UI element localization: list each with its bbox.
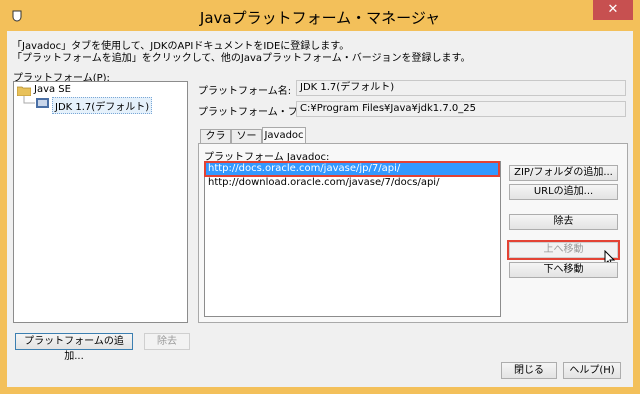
add-zip-folder-button[interactable]: ZIP/フォルダの追加...	[509, 165, 618, 181]
javadoc-tab-panel: プラットフォーム Javadoc: http://docs.oracle.com…	[198, 143, 628, 323]
move-down-button[interactable]: 下へ移動	[509, 262, 618, 278]
javadoc-list-item[interactable]: http://download.oracle.com/javase/7/docs…	[208, 177, 439, 188]
tree-node-label-selected: JDK 1.7(デフォルト)	[52, 97, 153, 114]
platform-folder-field[interactable]: C:¥Program Files¥Java¥jdk1.7.0_25	[296, 101, 626, 117]
window-frame: Javaプラットフォーム・マネージャ ✕ 「Javadoc」タブを使用して、JD…	[0, 0, 640, 394]
jdk-platform-icon	[36, 98, 49, 108]
close-window-button[interactable]: ✕	[593, 0, 633, 20]
platform-tree[interactable]: Java SE JDK 1.7(デフォルト)	[13, 81, 188, 323]
help-button[interactable]: ヘルプ(H)	[563, 362, 621, 379]
tab-sources[interactable]: ソース	[231, 129, 262, 156]
move-up-button[interactable]: 上へ移動	[507, 240, 620, 260]
folder-icon	[17, 86, 31, 96]
javadoc-list[interactable]: http://docs.oracle.com/javase/jp/7/api/ …	[204, 161, 501, 317]
remove-platform-button[interactable]: 除去	[144, 333, 190, 350]
dialog-body: 「Javadoc」タブを使用して、JDKのAPIドキュメントをIDEに登録します…	[7, 31, 633, 387]
tab-javadoc[interactable]: Javadoc	[262, 127, 306, 143]
javadoc-list-item-selected[interactable]: http://docs.oracle.com/javase/jp/7/api/	[204, 161, 500, 177]
tree-connector-line	[23, 96, 35, 104]
add-url-button[interactable]: URLの追加...	[509, 184, 618, 200]
window-title: Javaプラットフォーム・マネージャ	[199, 9, 441, 27]
title-bar: Javaプラットフォーム・マネージャ ✕	[0, 0, 640, 31]
instruction-line-2: 「プラットフォームを追加」をクリックして、他のJavaプラットフォーム・バージョ…	[12, 53, 471, 64]
add-platform-button[interactable]: プラットフォームの追加...	[15, 333, 133, 362]
tree-node-label: Java SE	[34, 84, 71, 95]
close-button[interactable]: 閉じる	[501, 362, 557, 379]
platform-name-field[interactable]: JDK 1.7(デフォルト)	[296, 80, 626, 96]
remove-javadoc-button[interactable]: 除去	[509, 214, 618, 230]
tab-classes[interactable]: クラス	[200, 129, 231, 156]
platform-name-label: プラットフォーム名:	[198, 86, 292, 97]
